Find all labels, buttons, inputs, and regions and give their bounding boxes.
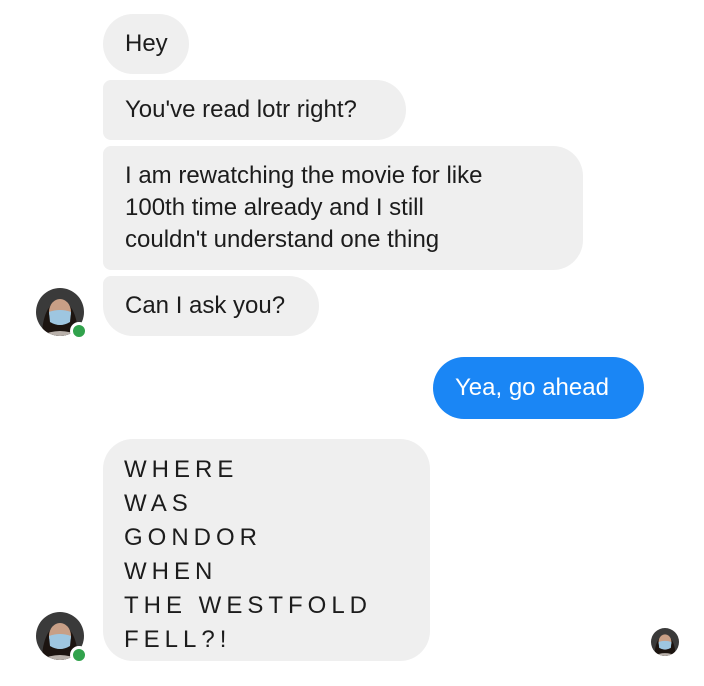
message-text: Yea, go ahead — [455, 374, 609, 401]
message-bubble-incoming[interactable]: You've read lotr right? — [103, 80, 406, 140]
message-text: Can I ask you? — [125, 292, 286, 319]
message-bubble-incoming[interactable]: WHERE WAS GONDOR WHEN THE WESTFOLD FELL?… — [103, 439, 430, 661]
message-bubble-incoming[interactable]: Hey — [103, 14, 189, 74]
contact-avatar[interactable] — [36, 288, 88, 340]
read-receipt-avatar-icon — [651, 628, 679, 656]
online-status-dot — [70, 646, 88, 664]
contact-avatar[interactable] — [36, 612, 88, 664]
message-bubble-incoming[interactable]: I am rewatching the movie for like 100th… — [103, 146, 583, 270]
message-text: You've read lotr right? — [125, 96, 357, 123]
message-text: WHERE WAS GONDOR WHEN THE WESTFOLD FELL?… — [124, 456, 373, 653]
message-bubble-incoming[interactable]: Can I ask you? — [103, 276, 319, 336]
message-text: Hey — [125, 30, 168, 57]
message-text: I am rewatching the movie for like 100th… — [125, 162, 483, 253]
message-bubble-outgoing[interactable]: Yea, go ahead — [433, 357, 644, 419]
online-status-dot — [70, 322, 88, 340]
